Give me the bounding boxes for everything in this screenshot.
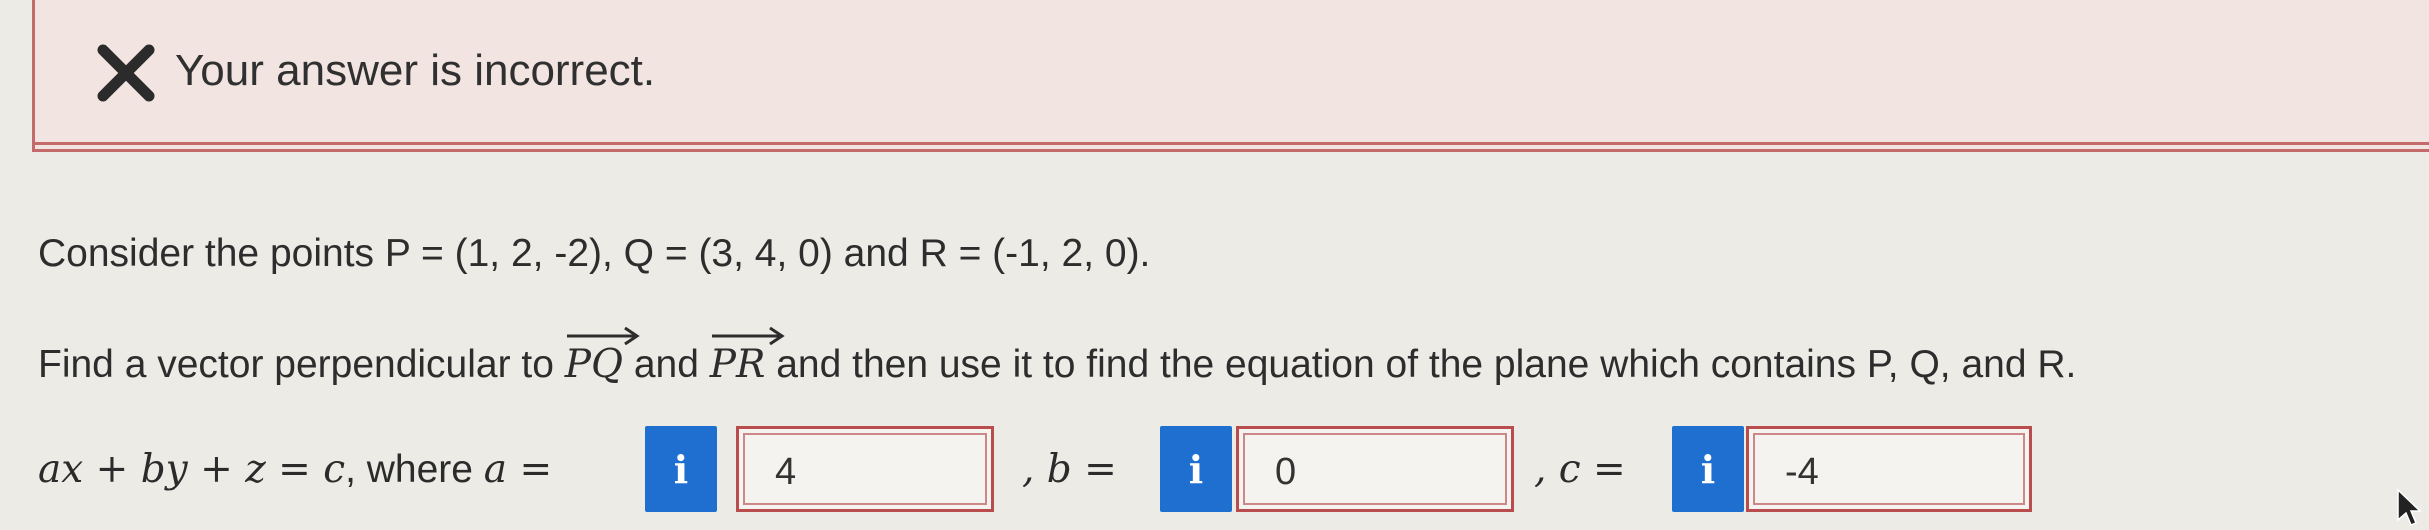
- answer-field-a[interactable]: 4: [736, 426, 994, 512]
- instruction-text-1: Find a vector perpendicular to: [38, 343, 565, 386]
- equation-label: ax + by + z = c, where a =: [38, 447, 552, 492]
- feedback-banner: Your answer is incorrect.: [32, 0, 2429, 152]
- answer-value-c: -4: [1785, 451, 1819, 493]
- vector-pq-label: PQ: [564, 342, 624, 387]
- mouse-cursor-icon: [2397, 488, 2422, 526]
- x-icon: [97, 44, 155, 102]
- plane-equation: ax + by + z = c: [38, 447, 346, 492]
- answer-value-b: 0: [1275, 451, 1297, 493]
- info-button-b[interactable]: i: [1160, 426, 1232, 512]
- vector-pr-label: PR: [709, 342, 766, 387]
- b-label: , b =: [1022, 447, 1117, 492]
- answer-value-a: 4: [775, 451, 797, 493]
- instruction-text-3: and then use it to find the equation of …: [765, 343, 2077, 386]
- vector-pq: PQ: [564, 326, 640, 387]
- info-button-a[interactable]: i: [645, 426, 717, 512]
- feedback-message: Your answer is incorrect.: [175, 46, 656, 95]
- vector-pr: PR: [709, 326, 785, 387]
- problem-instruction: Find a vector perpendicular to PQ and PR…: [38, 326, 2077, 387]
- answer-field-c[interactable]: -4: [1746, 426, 2032, 512]
- problem-statement: Consider the points P = (1, 2, -2), Q = …: [38, 232, 1151, 275]
- info-button-c[interactable]: i: [1672, 426, 1744, 512]
- answer-field-b[interactable]: 0: [1236, 426, 1514, 512]
- instruction-text-2: and: [623, 343, 710, 386]
- where-text: , where: [345, 448, 484, 491]
- c-label: , c =: [1534, 447, 1626, 492]
- a-label: a =: [483, 447, 553, 492]
